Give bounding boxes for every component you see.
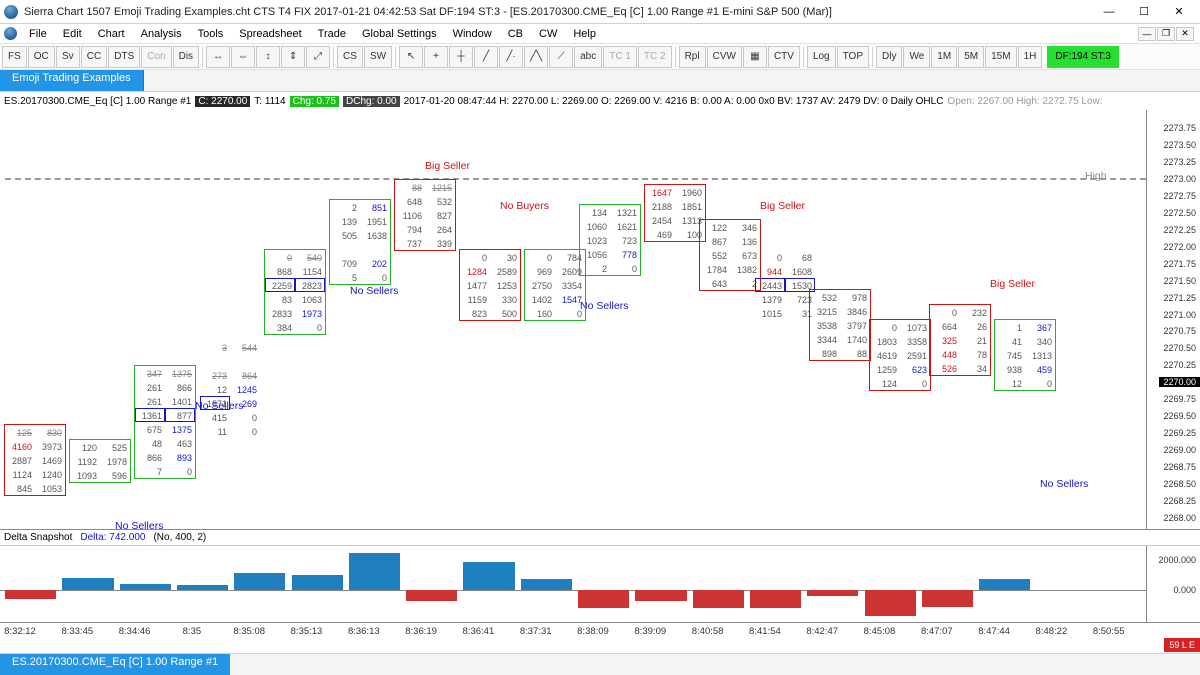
toolbtn-cvw[interactable]: CVW: [707, 46, 742, 68]
toolbtn-[interactable]: ▦: [743, 46, 767, 68]
toolbtn-5m[interactable]: 5M: [958, 46, 984, 68]
menu-chart[interactable]: Chart: [90, 26, 133, 42]
footprint-bar: 164719602188185124541313469100: [645, 185, 705, 241]
toolbtn-tc2[interactable]: TC 2: [638, 46, 672, 68]
toolbtn-sw[interactable]: SW: [364, 46, 392, 68]
toolbtn-[interactable]: ↔: [206, 46, 230, 68]
tab-row: Emoji Trading Examples: [0, 70, 1200, 92]
footprint-bar: 120525119219781093596: [70, 440, 130, 482]
toolbtn-[interactable]: ⤢: [306, 46, 330, 68]
menu-icon: [4, 27, 17, 40]
footprint-bar: 8812156485321106827794264737339: [395, 180, 455, 250]
annotation: No Buyers: [500, 200, 549, 212]
toolbtn-[interactable]: ⇕: [281, 46, 305, 68]
toolbtn-[interactable]: +: [424, 46, 448, 68]
close-button[interactable]: ✕: [1162, 2, 1196, 22]
annotation: No Sellers: [1040, 478, 1088, 490]
bottom-tab[interactable]: ES.20170300.CME_Eq [C] 1.00 Range #1: [0, 654, 230, 675]
toolbtn-rpl[interactable]: Rpl: [679, 46, 706, 68]
y-axis: 2273.752273.502273.252273.002272.752272.…: [1146, 110, 1200, 529]
menu-global-settings[interactable]: Global Settings: [354, 26, 445, 42]
toolbtn-[interactable]: ╱·: [499, 46, 523, 68]
footprint-bar: 1258304160397328871469112412408451053: [5, 425, 65, 495]
toolbtn-[interactable]: ↖: [399, 46, 423, 68]
toolbtn-dly[interactable]: Dly: [876, 46, 902, 68]
app-icon: [4, 5, 18, 19]
info-line: ES.20170300.CME_Eq [C] 1.00 Range #1 C: …: [0, 92, 1200, 110]
toolbtn-dis[interactable]: Dis: [173, 46, 199, 68]
toolbtn-1m[interactable]: 1M: [931, 46, 957, 68]
footprint-bar: 01073180333584619259112596231240: [870, 320, 930, 390]
toolbtn-sv[interactable]: Sv: [56, 46, 80, 68]
delta-y-axis: 2000.000 0.000: [1146, 546, 1200, 622]
menu-trade[interactable]: Trade: [310, 26, 354, 42]
footprint-bar: 023266426325214487852634: [930, 305, 990, 375]
footprint-bar: 1367413407451313938459120: [995, 320, 1055, 390]
toolbtn-log[interactable]: Log: [807, 46, 836, 68]
toolbtn-[interactable]: ↕: [256, 46, 280, 68]
mdi-minimize[interactable]: —: [1138, 27, 1156, 41]
toolbar: FSOCSvCCDTSConDis↔⇔↕⇕⤢CSSW↖+┼╱╱·╱╲⟋abcTC…: [0, 44, 1200, 70]
toolbtn-tc1[interactable]: TC 1: [603, 46, 637, 68]
toolbtn-cc[interactable]: CC: [81, 46, 107, 68]
footprint-bar: 0784969260927503354140215471600: [525, 250, 585, 320]
menubar: FileEditChartAnalysisToolsSpreadsheetTra…: [0, 24, 1200, 44]
minimize-button[interactable]: —: [1092, 2, 1126, 22]
delta-subchart[interactable]: 2000.000 0.000: [0, 546, 1200, 622]
footprint-bar: 3544 27386412124515712694150110: [200, 340, 260, 438]
footprint-bar: 0689441608244315301379723101531: [755, 250, 815, 320]
toolbtn-abc[interactable]: abc: [574, 46, 602, 68]
footprint-bar: 122346867136552673178413826432: [700, 220, 760, 290]
toolbtn-[interactable]: ╱: [474, 46, 498, 68]
titlebar: Sierra Chart 1507 Emoji Trading Examples…: [0, 0, 1200, 24]
footprint-bar: 53297832153846353837973344174089888: [810, 290, 870, 360]
menu-spreadsheet[interactable]: Spreadsheet: [231, 26, 309, 42]
annotation: Big Seller: [760, 200, 805, 212]
annotation: Big Seller: [990, 278, 1035, 290]
menu-help[interactable]: Help: [565, 26, 604, 42]
annotation: No Sellers: [115, 520, 163, 532]
status-df: DF:194 ST:3: [1047, 46, 1119, 68]
toolbtn-[interactable]: ⟋: [549, 46, 573, 68]
tab-chart[interactable]: Emoji Trading Examples: [0, 70, 144, 91]
toolbtn-con[interactable]: Con: [141, 46, 171, 68]
maximize-button[interactable]: ☐: [1127, 2, 1161, 22]
toolbtn-1h[interactable]: 1H: [1018, 46, 1043, 68]
toolbtn-fs[interactable]: FS: [2, 46, 27, 68]
menu-edit[interactable]: Edit: [55, 26, 90, 42]
menu-window[interactable]: Window: [445, 26, 500, 42]
annotation: High: [1085, 170, 1107, 182]
footprint-bar: 0540868115422592823831063283319733840: [265, 250, 325, 334]
footprint-bar: 285113919515051638 70920250: [330, 200, 390, 284]
toolbtn-top[interactable]: TOP: [837, 46, 869, 68]
mdi-restore[interactable]: ❐: [1157, 27, 1175, 41]
toolbtn-dts[interactable]: DTS: [108, 46, 140, 68]
menu-analysis[interactable]: Analysis: [133, 26, 190, 42]
x-axis: 8:32:128:33:458:34:468:358:35:088:35:138…: [0, 622, 1200, 642]
annotation: No Sellers: [580, 300, 628, 312]
bottom-tabbar: ES.20170300.CME_Eq [C] 1.00 Range #1: [0, 653, 1200, 675]
delta-header: Delta Snapshot Delta: 742.000 (No, 400, …: [0, 530, 1200, 546]
menu-tools[interactable]: Tools: [190, 26, 232, 42]
toolbtn-[interactable]: ┼: [449, 46, 473, 68]
annotation: No Sellers: [350, 285, 398, 297]
toolbtn-[interactable]: ╱╲: [524, 46, 548, 68]
window-title: Sierra Chart 1507 Emoji Trading Examples…: [24, 6, 1092, 18]
menu-cb[interactable]: CB: [500, 26, 531, 42]
footprint-bar: 3471375261866261140113618776751375484638…: [135, 366, 195, 478]
main-chart[interactable]: Big Seller No Buyers Big Seller Big Seller N…: [0, 110, 1200, 530]
toolbtn-[interactable]: ⇔: [231, 46, 255, 68]
toolbtn-15m[interactable]: 15M: [985, 46, 1016, 68]
menu-cw[interactable]: CW: [531, 26, 565, 42]
footprint-bar: 03012842589147712531159330823500: [460, 250, 520, 320]
mdi-close[interactable]: ✕: [1176, 27, 1194, 41]
footprint-bar: 1341321106016211023723105677820: [580, 205, 640, 275]
annotation: Big Seller: [425, 160, 470, 172]
toolbtn-ctv[interactable]: CTV: [768, 46, 800, 68]
toolbtn-cs[interactable]: CS: [337, 46, 363, 68]
toolbtn-oc[interactable]: OC: [28, 46, 55, 68]
replay-badge: 59 L E: [1164, 638, 1200, 652]
menu-file[interactable]: File: [21, 26, 55, 42]
toolbtn-we[interactable]: We: [903, 46, 930, 68]
